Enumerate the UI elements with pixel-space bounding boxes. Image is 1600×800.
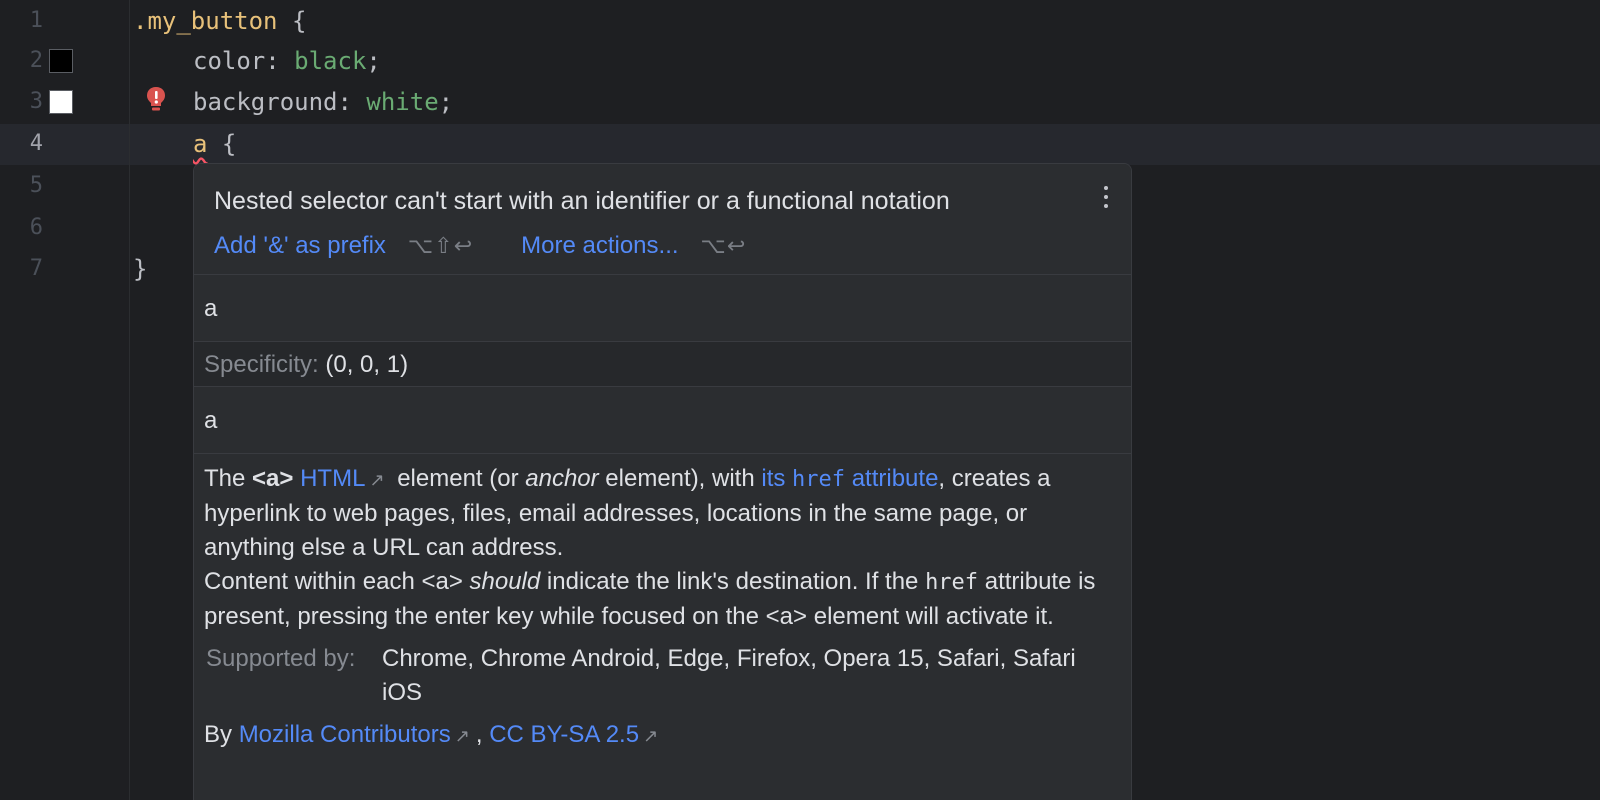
semicolon: ; [438,88,454,116]
code-line-1[interactable]: .my_button { [133,0,306,42]
href-attribute-link[interactable]: its href attribute [761,465,938,492]
problem-description: Nested selector can't start with an iden… [214,187,950,215]
external-link-icon: ↗ [369,470,385,490]
brace: } [133,255,148,283]
tag-name: <a> [252,465,294,492]
css-property: background: [193,88,367,116]
current-line-highlight [0,124,1600,165]
mozilla-contributors-link[interactable]: Mozilla Contributors [239,721,451,748]
error-bulb-icon[interactable] [145,86,167,112]
css-value: white [366,88,439,116]
supported-value: Chrome, Chrome Android, Edge, Firefox, O… [382,645,1076,706]
brace: { [277,7,307,35]
line-number: 1 [29,8,43,33]
shortcut-hint: ⌥⇧↩ [407,233,474,259]
doc-paragraph-1: The <a> HTML ↗ element (or anchor element… [204,465,1051,561]
add-prefix-action[interactable]: Add '&' as prefix [214,232,386,260]
nested-selector-error[interactable]: a [193,130,207,158]
inspection-popup: Nested selector can't start with an iden… [193,163,1132,800]
more-actions-link[interactable]: More actions... [521,232,678,260]
symbol-name: a [194,274,1131,341]
line-number: 7 [29,256,43,281]
supported-browsers: Supported by: Chrome, Chrome Android, Ed… [204,642,1121,710]
html-link[interactable]: HTML [300,465,365,492]
gutter-divider [129,0,130,800]
documentation: The <a> HTML ↗ element (or anchor element… [194,453,1131,753]
line-number-active: 4 [29,131,43,156]
symbol-name: a [194,386,1131,453]
css-property: color: [193,47,295,75]
code-line-2[interactable]: color: black; [193,40,381,82]
line-number: 2 [29,48,43,73]
css-selector: .my_button [133,7,278,35]
quick-fix-actions: Add '&' as prefix ⌥⇧↩ More actions... ⌥↩ [214,232,1111,260]
license-link[interactable]: CC BY-SA 2.5 [489,721,639,748]
external-link-icon: ↗ [643,726,659,746]
doc-paragraph-2: Content within each <a> should indicate … [204,568,1096,630]
external-link-icon: ↗ [454,726,470,746]
more-options-icon[interactable] [1099,182,1113,212]
supported-label: Supported by: [206,645,356,672]
css-value: black [294,47,367,75]
line-number: 3 [29,89,43,114]
specificity-row: Specificity: (0, 0, 1) [194,341,1131,386]
color-swatch-black[interactable] [49,49,73,73]
specificity-label: Specificity: [204,351,319,378]
specificity-value: (0, 0, 1) [325,351,409,378]
attribution: By Mozilla Contributors ↗, CC BY-SA 2.5 ↗ [204,721,659,748]
popup-header: Nested selector can't start with an iden… [194,164,1131,274]
color-swatch-white[interactable] [49,90,73,114]
code-line-3[interactable]: background: white; [193,81,453,123]
line-number: 5 [29,173,43,198]
brace: { [207,130,237,158]
code-line-4[interactable]: a { [193,123,236,165]
semicolon: ; [366,47,381,75]
code-line-7[interactable]: } [133,248,147,290]
line-number: 6 [29,215,43,240]
shortcut-hint: ⌥↩ [700,233,747,259]
